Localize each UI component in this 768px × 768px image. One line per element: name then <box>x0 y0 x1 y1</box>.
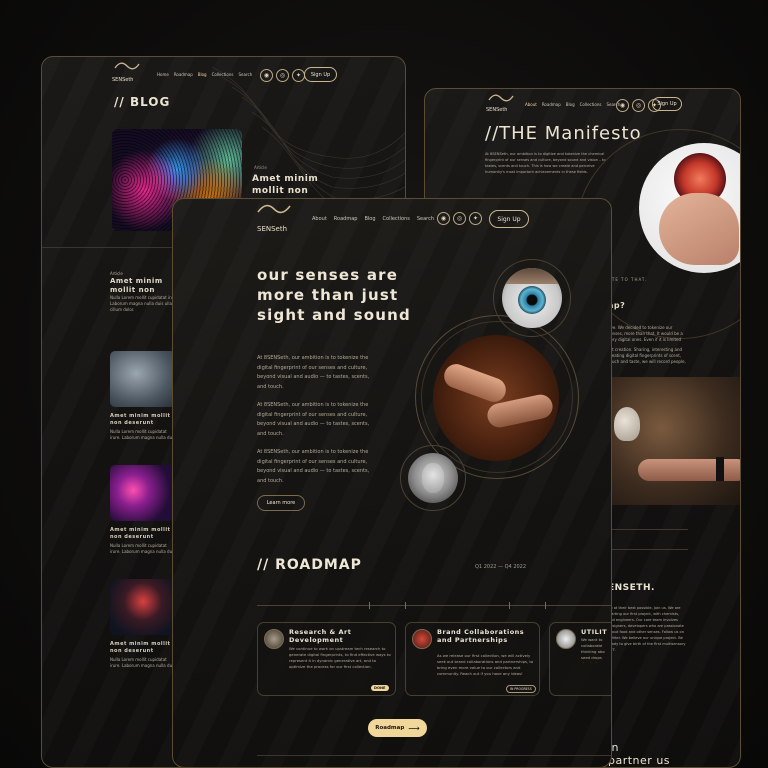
roadmap-range: Q1 2022 — Q4 2022 <box>475 564 527 570</box>
roadmap-card-utility[interactable]: UTILIT We want to collaborate thinking a… <box>549 622 611 696</box>
list-item-title-3[interactable]: Amet minim mollit non deserunt ullamco <box>110 527 176 541</box>
learn-more-button[interactable]: Learn more <box>257 495 305 511</box>
manifesto-line-2 <box>608 549 688 550</box>
manifesto-line <box>608 529 688 530</box>
hero-title: our senses are more than just sight and … <box>257 266 411 324</box>
blog-title: // BLOG <box>114 95 171 109</box>
nav-collections[interactable]: Collections <box>383 216 410 222</box>
manifesto-nav: About Roadmap Blog Collections Search <box>525 102 620 107</box>
manifesto-logo[interactable]: SENSeth <box>486 107 507 113</box>
blog-social-icons: ◉ ◎ ✦ <box>260 69 308 82</box>
manifesto-partner: partner us <box>608 754 671 767</box>
blog-nav-home[interactable]: Home <box>157 72 169 77</box>
arrow-right-icon: ⟶ <box>408 723 420 733</box>
eye-image[interactable] <box>502 268 562 328</box>
manifesto-brand-fragment: ENSETH. <box>608 583 655 593</box>
blog-feature-tag: Article <box>254 165 267 170</box>
manifesto-body: ove. We decided to tokenize our senses, … <box>608 325 683 342</box>
instagram-icon[interactable]: ◎ <box>632 99 645 112</box>
manifesto-body-2: art creation. Sharing, interesting and c… <box>608 347 686 364</box>
hero-paragraph-2: At 8SENSeth, our ambition is to tokenize… <box>257 402 370 437</box>
timeline-tick <box>369 602 370 609</box>
tasting-photo[interactable] <box>608 377 740 505</box>
blog-signup-button[interactable]: Sign Up <box>304 67 337 82</box>
roadmap-button-label: Roadmap <box>375 725 405 731</box>
main-signup-button[interactable]: Sign Up <box>489 210 529 228</box>
manifesto-nav-collections[interactable]: Collections <box>580 102 602 107</box>
list-item-text-3: Nulla Lorem mollit cupidatat irure. Labo… <box>110 543 175 554</box>
nav-blog[interactable]: Blog <box>364 216 375 222</box>
twitter-icon[interactable]: ✦ <box>469 212 482 225</box>
home-page-frame: SENSeth About Roadmap Blog Collections S… <box>172 198 612 768</box>
hero-paragraph-3: At 8SENSeth, our ambition is to tokenize… <box>257 449 370 484</box>
card-title: Research & Art Development <box>289 628 352 644</box>
hands-image[interactable] <box>433 335 559 461</box>
twitter-icon[interactable]: ✦ <box>292 69 305 82</box>
list-item-title-4[interactable]: Amet minim mollit non deserunt ullamco <box>110 641 176 655</box>
roadmap-button[interactable]: Roadmap ⟶ <box>368 719 427 737</box>
logo-wave-icon <box>114 62 140 70</box>
manifesto-nav-roadmap[interactable]: Roadmap <box>542 102 561 107</box>
timeline-tick <box>405 602 406 609</box>
blog-nav-roadmap[interactable]: Roadmap <box>174 72 193 77</box>
discord-icon[interactable]: ◉ <box>616 99 629 112</box>
nav-about[interactable]: About <box>312 216 327 222</box>
manifesto-title: //THE Manifesto <box>485 123 642 144</box>
blog-nav-collections[interactable]: Collections <box>212 72 234 77</box>
roadmap-timeline <box>257 605 611 606</box>
blog-nav: Home Roadmap Blog Collections Search <box>157 72 252 77</box>
card-text: We want to collaborate thinking abo seed… <box>581 637 605 663</box>
brand-icon <box>412 629 432 649</box>
manifesto-nav-about[interactable]: About <box>525 102 537 107</box>
manifesto-section-fragment: ute to that. <box>608 277 648 282</box>
card-text: As we release our first collection, we w… <box>437 653 534 676</box>
blog-thumb-1[interactable] <box>110 351 176 407</box>
list-item-text-2: Nulla Lorem mollit cupidatat irure. Labo… <box>110 429 175 440</box>
statue-image[interactable] <box>408 453 458 503</box>
blog-thumb-3[interactable] <box>110 579 176 635</box>
list-item-title-2[interactable]: Amet minim mollit non deserunt ullamco <box>110 413 176 427</box>
manifesto-brand-text: ng at their best possible. Join us. We a… <box>608 606 686 652</box>
nav-roadmap[interactable]: Roadmap <box>334 216 358 222</box>
roadmap-card-research[interactable]: Research & Art Development We continue t… <box>257 622 396 696</box>
timeline-tick <box>509 602 510 609</box>
blog-thumb-2[interactable] <box>110 465 176 521</box>
roadmap-card-brand[interactable]: Brand Collaborations and Partnerships As… <box>405 622 540 696</box>
main-bottom-divider <box>257 755 611 756</box>
logo-wave-icon <box>257 204 291 214</box>
instagram-icon[interactable]: ◎ <box>453 212 466 225</box>
status-badge: IN PROGRESS <box>506 685 536 693</box>
status-badge: DONE <box>371 685 389 691</box>
logo-wave-icon <box>488 94 514 102</box>
manifesto-nav-blog[interactable]: Blog <box>566 102 575 107</box>
blog-nav-blog[interactable]: Blog <box>198 72 207 77</box>
card-text: We continue to work on upstream tech res… <box>289 646 391 669</box>
blog-logo[interactable]: SENSeth <box>112 77 133 83</box>
roadmap-title: // roadmap <box>257 557 362 573</box>
research-icon <box>264 629 284 649</box>
discord-icon[interactable]: ◉ <box>260 69 273 82</box>
card-title: Brand Collaborations and Partnerships <box>437 628 525 644</box>
main-logo[interactable]: SENSeth <box>257 225 287 233</box>
stage: SENSeth Home Roadmap Blog Collections Se… <box>0 0 768 768</box>
card-title: UTILIT <box>581 628 608 636</box>
instagram-icon[interactable]: ◎ <box>276 69 289 82</box>
manifesto-signup-button[interactable]: Sign Up <box>652 97 682 111</box>
blog-nav-search[interactable]: Search <box>238 72 252 77</box>
nav-search[interactable]: Search <box>417 216 434 222</box>
list-item-text-4: Nulla Lorem mollit cupidatat irure. Labo… <box>110 657 175 668</box>
timeline-tick <box>545 602 546 609</box>
hero-paragraph-1: At 8SENSeth, our ambition is to tokenize… <box>257 355 370 390</box>
discord-icon[interactable]: ◉ <box>437 212 450 225</box>
utility-icon <box>556 629 576 649</box>
main-nav: About Roadmap Blog Collections Search <box>312 216 434 222</box>
main-social-icons: ◉ ◎ ✦ <box>437 212 485 225</box>
